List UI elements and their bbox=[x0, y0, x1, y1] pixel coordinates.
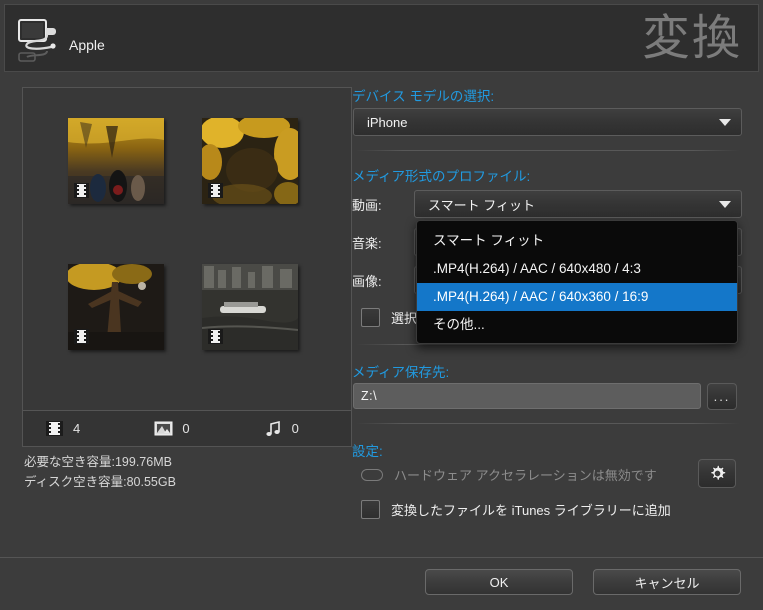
divider bbox=[356, 344, 740, 345]
dropdown-item-0[interactable]: スマート フィット bbox=[417, 227, 737, 255]
picture-icon bbox=[154, 421, 173, 436]
hw-accel-label: ハードウェア アクセラレーションは無効です bbox=[394, 468, 657, 483]
thumbnail-item[interactable] bbox=[202, 264, 298, 350]
browse-button[interactable]: ... bbox=[707, 383, 737, 410]
chevron-down-icon bbox=[719, 119, 731, 126]
settings-panel: デバイス モデルの選択: iPhone メディア形式のプロファイル: 動画: ス… bbox=[352, 80, 750, 550]
device-model-select[interactable]: iPhone bbox=[353, 108, 742, 136]
counter-audio: 0 bbox=[242, 420, 351, 437]
ok-button-label: OK bbox=[489, 574, 509, 590]
film-icon bbox=[46, 421, 63, 436]
destination-path-value: Z:\ bbox=[361, 389, 378, 403]
dialog-header: Apple 変換 bbox=[4, 4, 759, 72]
media-list-panel: 4 0 0 bbox=[22, 87, 352, 447]
browse-button-label: ... bbox=[713, 389, 731, 404]
itunes-add-checkbox[interactable] bbox=[361, 500, 380, 519]
thumbnail-item[interactable] bbox=[68, 118, 164, 204]
video-profile-row: 動画: スマート フィット bbox=[352, 190, 742, 218]
film-icon bbox=[208, 329, 223, 344]
counter-video: 4 bbox=[23, 420, 132, 437]
dropdown-item-2[interactable]: .MP4(H.264) / AAC / 640x360 / 16:9 bbox=[417, 283, 737, 311]
footer-divider bbox=[0, 557, 763, 558]
hw-accel-row: ハードウェア アクセラレーションは無効です bbox=[361, 465, 691, 484]
device-name-label: Apple bbox=[69, 37, 105, 53]
hw-accel-toggle bbox=[361, 468, 383, 481]
music-note-icon bbox=[266, 420, 280, 436]
device-model-value: iPhone bbox=[367, 114, 408, 130]
destination-path-input[interactable]: Z:\ bbox=[353, 383, 701, 409]
film-icon bbox=[74, 183, 89, 198]
thumbnail-area bbox=[23, 88, 351, 410]
counter-video-value: 4 bbox=[73, 421, 81, 436]
device-section-heading: デバイス モデルの選択: bbox=[352, 89, 495, 104]
settings-gear-button[interactable] bbox=[698, 459, 736, 488]
settings-section-heading: 設定: bbox=[352, 444, 383, 459]
itunes-add-row: 変換したファイルを iTunes ライブラリーに追加 bbox=[361, 500, 741, 519]
disk-info: 必要な空き容量:199.76MB ディスク空き容量:80.55GB bbox=[24, 452, 354, 492]
ok-button[interactable]: OK bbox=[425, 569, 573, 595]
thumbnail-grid bbox=[23, 118, 351, 368]
cancel-button[interactable]: キャンセル bbox=[593, 569, 741, 595]
chevron-down-icon bbox=[719, 201, 731, 208]
film-icon bbox=[74, 329, 89, 344]
page-title: 変換 bbox=[641, 10, 742, 66]
device-badge: Apple bbox=[17, 13, 217, 69]
divider bbox=[356, 150, 740, 151]
counter-image-value: 0 bbox=[182, 421, 190, 436]
video-profile-label: 動画: bbox=[352, 197, 382, 213]
video-profile-value: スマート フィット bbox=[428, 197, 535, 213]
audio-profile-label: 音楽: bbox=[352, 235, 382, 251]
disk-space-label: ディスク空き容量:80.55GB bbox=[24, 475, 176, 489]
dialog-footer: OK キャンセル bbox=[425, 569, 741, 595]
convert-dialog: Apple 変換 4 0 0 必要な空き容量:199.76MB ディスク空き容量… bbox=[0, 0, 763, 610]
counter-audio-value: 0 bbox=[291, 421, 299, 436]
video-profile-select[interactable]: スマート フィット bbox=[414, 190, 742, 218]
divider bbox=[356, 423, 740, 424]
video-profile-dropdown[interactable]: スマート フィット .MP4(H.264) / AAC / 640x480 / … bbox=[416, 220, 738, 344]
thumbnail-item[interactable] bbox=[202, 118, 298, 204]
convert-to-audio-checkbox[interactable] bbox=[361, 308, 380, 327]
gear-icon bbox=[710, 465, 726, 481]
dropdown-item-3[interactable]: その他... bbox=[417, 311, 737, 339]
required-space-label: 必要な空き容量:199.76MB bbox=[24, 455, 172, 469]
media-counters: 4 0 0 bbox=[23, 410, 351, 446]
image-profile-label: 画像: bbox=[352, 273, 382, 289]
profile-section-heading: メディア形式のプロファイル: bbox=[352, 169, 531, 184]
iphone-cable-icon bbox=[18, 19, 56, 62]
film-icon bbox=[208, 183, 223, 198]
thumbnail-item[interactable] bbox=[68, 264, 164, 350]
cancel-button-label: キャンセル bbox=[634, 575, 700, 591]
itunes-add-label: 変換したファイルを iTunes ライブラリーに追加 bbox=[391, 503, 671, 518]
destination-section-heading: メディア保存先: bbox=[352, 365, 450, 380]
counter-image: 0 bbox=[132, 420, 241, 437]
dropdown-item-1[interactable]: .MP4(H.264) / AAC / 640x480 / 4:3 bbox=[417, 255, 737, 283]
